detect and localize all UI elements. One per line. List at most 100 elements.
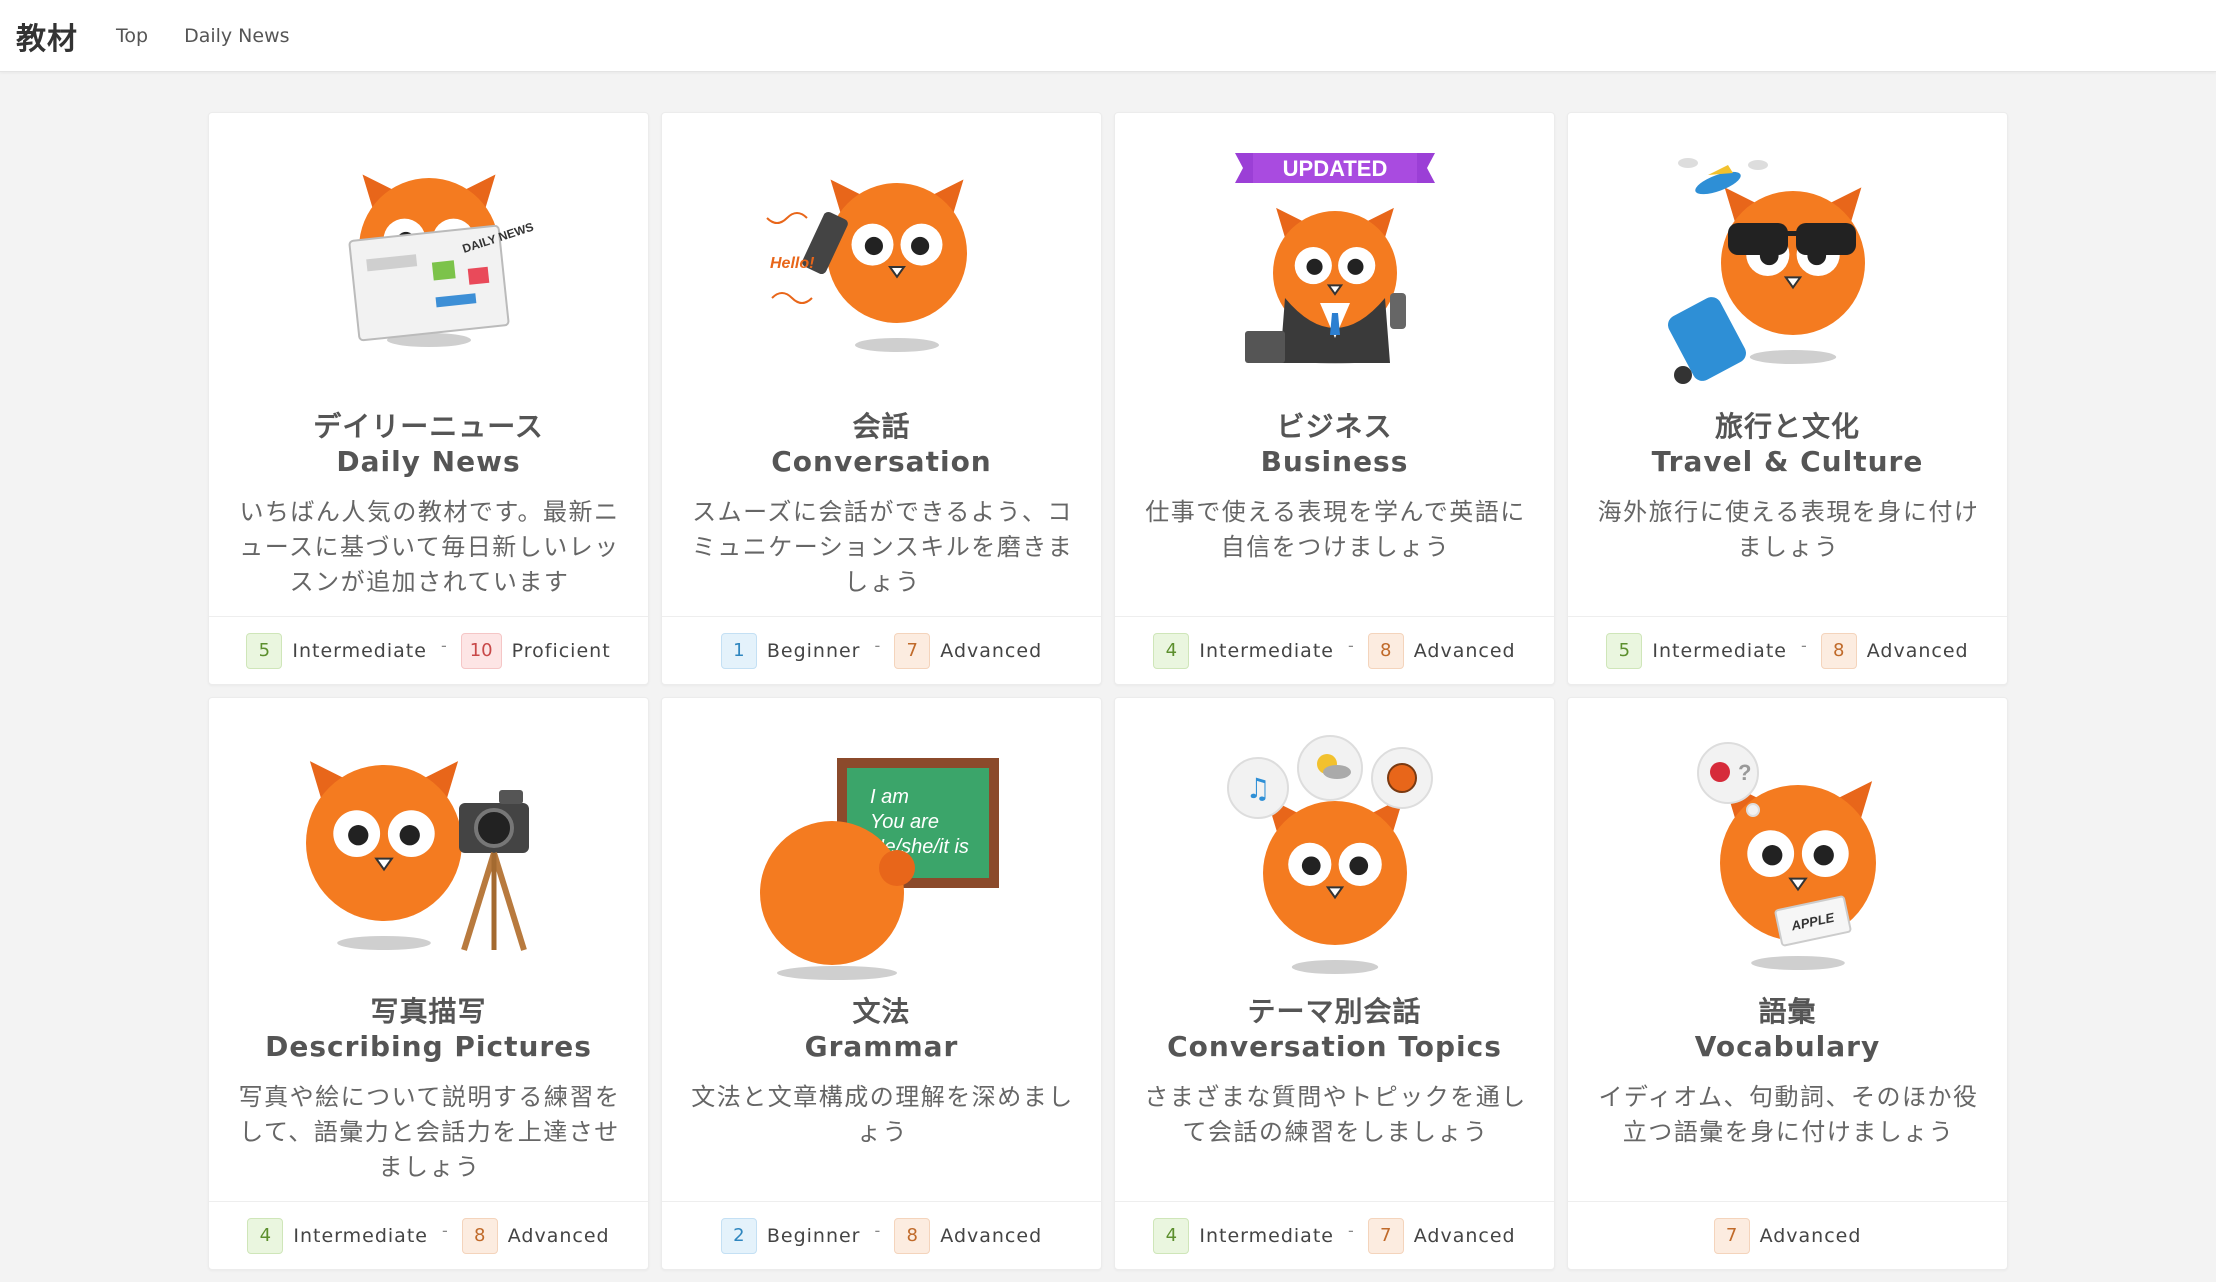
level-badge: 7 Advanced xyxy=(894,632,1043,669)
level-badge: 5 Intermediate xyxy=(246,632,427,669)
card-level-range: 4 Intermediate - 8 Advanced xyxy=(1115,616,1554,684)
course-card-travel-culture[interactable]: 旅行と文化 Travel & Culture 海外旅行に使える表現を身に付けまし… xyxy=(1567,112,2008,685)
level-number: 4 xyxy=(247,1217,284,1254)
level-label: Proficient xyxy=(511,639,611,662)
nav-link-daily-news[interactable]: Daily News xyxy=(184,25,289,47)
level-badge: 8 Advanced xyxy=(894,1217,1043,1254)
level-number: 8 xyxy=(894,1217,931,1254)
level-badge: 2 Beginner xyxy=(720,1217,861,1254)
level-label: Beginner xyxy=(766,1224,861,1247)
level-label: Intermediate xyxy=(292,639,427,662)
card-level-range: 4 Intermediate - 8 Advanced xyxy=(209,1201,648,1269)
level-range-dash: - xyxy=(874,1221,881,1240)
card-level-range: 1 Beginner - 7 Advanced xyxy=(662,616,1101,684)
card-title-jp: テーマ別会話 xyxy=(1247,995,1422,1028)
card-title-en: Daily News xyxy=(336,445,521,478)
level-label: Advanced xyxy=(1413,639,1516,662)
level-badge: 8 Advanced xyxy=(1367,632,1516,669)
level-label: Advanced xyxy=(1866,639,1969,662)
card-title-jp: 文法 xyxy=(852,995,911,1028)
svg-text:I am: I am xyxy=(870,786,909,808)
level-range-dash: - xyxy=(1347,636,1354,655)
card-description: いちばん人気の教材です。最新ニュースに基づいて毎日新しいレッスンが追加されていま… xyxy=(239,498,620,596)
card-description: 文法と文章構成の理解を深めましょう xyxy=(691,1083,1074,1146)
card-title-jp: ビジネス xyxy=(1276,410,1393,443)
svg-text:?: ? xyxy=(1738,760,1751,785)
course-card-grammar[interactable]: I am You are He/she/it is 文法 Grammar 文法と… xyxy=(661,697,1102,1270)
level-number: 10 xyxy=(460,632,502,669)
card-level-range: 5 Intermediate - 10 Proficient xyxy=(209,616,648,684)
level-number: 5 xyxy=(246,632,283,669)
course-card-daily-news[interactable]: DAILY NEWS デイリーニュース Daily News いちばん人気の教材… xyxy=(208,112,649,685)
svg-text:♫: ♫ xyxy=(1245,772,1270,805)
level-label: Advanced xyxy=(940,1224,1043,1247)
owl-apple-card-icon: ? APPLE xyxy=(1568,698,2009,988)
card-title-en: Conversation Topics xyxy=(1167,1030,1502,1063)
card-title-en: Conversation xyxy=(771,445,992,478)
card-title-en: Travel & Culture xyxy=(1651,445,1924,478)
level-badge: 1 Beginner xyxy=(720,632,861,669)
owl-reading-newspaper-icon: DAILY NEWS xyxy=(209,113,650,403)
level-badge: 10 Proficient xyxy=(460,632,611,669)
top-navbar: 教材 Top Daily News xyxy=(0,0,2216,72)
card-title-en: Business xyxy=(1260,445,1409,478)
course-card-conversation[interactable]: Hello! 会話 Conversation スムーズに会話ができるよう、コミュ… xyxy=(661,112,1102,685)
level-number: 7 xyxy=(894,632,931,669)
level-badge: 4 Intermediate xyxy=(1153,1217,1334,1254)
level-badge: 8 Advanced xyxy=(1820,632,1969,669)
level-badge: 4 Intermediate xyxy=(247,1217,428,1254)
level-number: 4 xyxy=(1153,1217,1190,1254)
level-number: 1 xyxy=(720,632,757,669)
card-title-jp: 会話 xyxy=(852,410,911,443)
brand-title[interactable]: 教材 xyxy=(16,14,78,58)
level-range-dash: - xyxy=(1347,1221,1354,1240)
level-range-dash: - xyxy=(441,1221,448,1240)
course-card-vocabulary[interactable]: ? APPLE 語彙 Vocabulary イディオム、句動詞、そのほか役立つ語… xyxy=(1567,697,2008,1270)
owl-camera-tripod-icon xyxy=(209,698,650,988)
svg-text:You are: You are xyxy=(870,811,939,833)
level-number: 5 xyxy=(1606,632,1643,669)
card-description: 海外旅行に使える表現を身に付けましょう xyxy=(1597,498,1980,561)
card-title-en: Grammar xyxy=(804,1030,959,1063)
level-label: Advanced xyxy=(507,1224,610,1247)
card-description: イディオム、句動詞、そのほか役立つ語彙を身に付けましょう xyxy=(1598,1083,1979,1146)
owl-thought-bubbles-icon: ♫ xyxy=(1115,698,1556,988)
level-label: Intermediate xyxy=(1199,639,1334,662)
owl-travel-sunglasses-icon xyxy=(1568,113,2009,403)
course-card-conversation-topics[interactable]: ♫ テーマ別会話 Conversation Topics さまざまな質問やトピッ… xyxy=(1114,697,1555,1270)
course-card-describing-pictures[interactable]: 写真描写 Describing Pictures 写真や絵について説明する練習を… xyxy=(208,697,649,1270)
level-badge: 4 Intermediate xyxy=(1153,632,1334,669)
card-title-jp: 旅行と文化 xyxy=(1714,410,1860,443)
card-level-range: 5 Intermediate - 8 Advanced xyxy=(1568,616,2007,684)
owl-chalkboard-icon: I am You are He/she/it is xyxy=(662,698,1103,988)
level-badge: 5 Intermediate xyxy=(1606,632,1787,669)
card-title-jp: 語彙 xyxy=(1758,995,1817,1028)
card-title-jp: デイリーニュース xyxy=(313,410,544,443)
level-label: Advanced xyxy=(1413,1224,1516,1247)
card-level-range: 7 Advanced xyxy=(1568,1201,2007,1269)
level-number: 7 xyxy=(1713,1217,1750,1254)
level-label: Advanced xyxy=(1759,1224,1862,1247)
nav-link-top[interactable]: Top xyxy=(116,25,148,47)
level-number: 7 xyxy=(1367,1217,1404,1254)
level-range-dash: - xyxy=(874,636,881,655)
card-title-jp: 写真描写 xyxy=(370,995,487,1028)
level-number: 2 xyxy=(720,1217,757,1254)
level-label: Intermediate xyxy=(293,1224,428,1247)
updated-badge: UPDATED xyxy=(1283,156,1388,181)
level-range-dash: - xyxy=(440,636,447,655)
level-badge: 7 Advanced xyxy=(1713,1217,1862,1254)
level-label: Advanced xyxy=(940,639,1043,662)
level-label: Intermediate xyxy=(1199,1224,1334,1247)
course-card-business[interactable]: UPDATED ビジネス Business 仕事で使える表現を学んで英語に自信を… xyxy=(1114,112,1555,685)
card-title-en: Describing Pictures xyxy=(265,1030,592,1063)
level-badge: 7 Advanced xyxy=(1367,1217,1516,1254)
level-number: 8 xyxy=(461,1217,498,1254)
level-label: Intermediate xyxy=(1652,639,1787,662)
card-level-range: 4 Intermediate - 7 Advanced xyxy=(1115,1201,1554,1269)
card-description: 仕事で使える表現を学んで英語に自信をつけましょう xyxy=(1145,498,1526,561)
level-badge: 8 Advanced xyxy=(461,1217,610,1254)
card-description: 写真や絵について説明する練習をして、語彙力と会話力を上達させましょう xyxy=(238,1083,621,1181)
card-title-en: Vocabulary xyxy=(1694,1030,1881,1063)
owl-business-suit-icon: UPDATED xyxy=(1115,113,1556,403)
